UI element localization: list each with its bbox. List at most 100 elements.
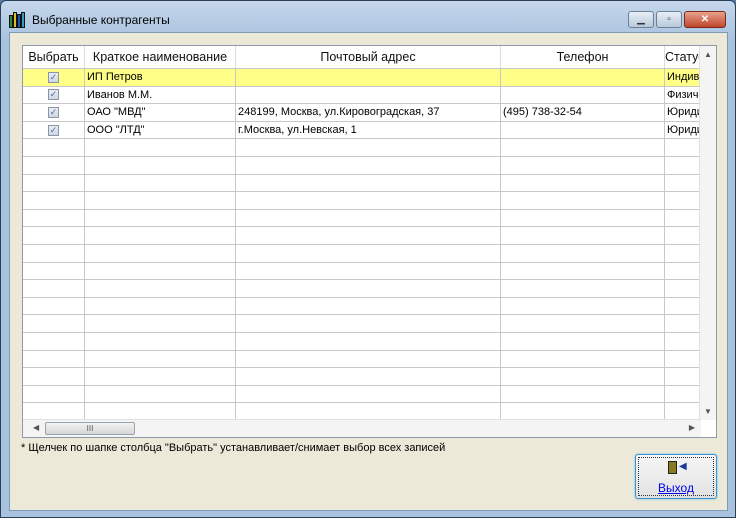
select-cell[interactable]: ✓ xyxy=(23,86,85,104)
phone-cell[interactable] xyxy=(501,385,665,403)
phone-cell[interactable] xyxy=(501,69,665,86)
select-cell[interactable] xyxy=(23,350,85,368)
select-cell[interactable]: ✓ xyxy=(23,121,85,139)
table-row[interactable] xyxy=(23,280,700,298)
select-cell[interactable] xyxy=(23,315,85,332)
address-cell[interactable] xyxy=(236,227,501,244)
address-cell[interactable] xyxy=(236,262,501,280)
select-cell[interactable] xyxy=(23,297,85,315)
select-cell[interactable] xyxy=(23,227,85,244)
phone-cell[interactable] xyxy=(501,368,665,385)
name-cell[interactable] xyxy=(85,368,236,385)
select-cell[interactable] xyxy=(23,244,85,262)
table-row[interactable]: ✓ ОАО "МВД" 248199, Москва, ул.Кировоградс… xyxy=(23,104,700,122)
table-row[interactable] xyxy=(23,297,700,316)
name-cell[interactable] xyxy=(85,385,236,403)
select-cell[interactable] xyxy=(23,262,85,280)
table-row[interactable] xyxy=(23,262,700,281)
scroll-left-icon[interactable]: ◀ xyxy=(33,423,39,432)
status-cell[interactable] xyxy=(665,280,700,297)
name-cell[interactable] xyxy=(85,227,236,244)
header-phone[interactable]: Телефон xyxy=(501,46,665,68)
select-cell[interactable] xyxy=(23,209,85,227)
address-cell[interactable] xyxy=(236,315,501,332)
table-row[interactable]: ✓ ООО "ЛТД"г.Москва, ул.Невская, 1 Юридиче… xyxy=(23,121,700,140)
scroll-up-icon[interactable]: ▲ xyxy=(700,50,716,59)
select-cell[interactable]: ✓ xyxy=(23,69,85,86)
address-cell[interactable] xyxy=(236,297,501,315)
phone-cell[interactable] xyxy=(501,227,665,244)
address-cell[interactable] xyxy=(236,192,501,209)
select-cell[interactable] xyxy=(23,192,85,209)
table-row[interactable] xyxy=(23,156,700,175)
address-cell[interactable] xyxy=(236,280,501,297)
name-cell[interactable]: ОАО "МВД" xyxy=(85,104,236,121)
table-row[interactable] xyxy=(23,244,700,263)
status-cell[interactable] xyxy=(665,350,700,368)
select-cell[interactable] xyxy=(23,156,85,174)
name-cell[interactable] xyxy=(85,139,236,156)
status-cell[interactable]: Физическое лицо xyxy=(665,86,700,104)
table-row[interactable] xyxy=(23,227,700,245)
select-cell[interactable] xyxy=(23,403,85,420)
table-row[interactable]: ✓ Иванов М.М. Физическое лицо xyxy=(23,86,700,105)
scroll-right-icon[interactable]: ▶ xyxy=(689,423,695,432)
status-cell[interactable] xyxy=(665,174,700,192)
exit-button[interactable]: ◀ Выход xyxy=(635,454,717,499)
name-cell[interactable]: ООО "ЛТД" xyxy=(85,121,236,139)
status-cell[interactable] xyxy=(665,332,700,350)
address-cell[interactable] xyxy=(236,156,501,174)
address-cell[interactable] xyxy=(236,86,501,104)
status-cell[interactable] xyxy=(665,403,700,420)
name-cell[interactable] xyxy=(85,332,236,350)
select-cell[interactable] xyxy=(23,368,85,385)
vertical-scrollbar[interactable]: ▲ ▼ xyxy=(699,46,716,420)
name-cell[interactable] xyxy=(85,403,236,420)
status-cell[interactable] xyxy=(665,385,700,403)
scroll-down-icon[interactable]: ▼ xyxy=(700,407,716,416)
select-cell[interactable] xyxy=(23,139,85,156)
phone-cell[interactable] xyxy=(501,315,665,332)
phone-cell[interactable] xyxy=(501,192,665,209)
address-cell[interactable] xyxy=(236,69,501,86)
phone-cell[interactable] xyxy=(501,139,665,156)
phone-cell[interactable] xyxy=(501,280,665,297)
status-cell[interactable] xyxy=(665,209,700,227)
status-cell[interactable]: Индивидуальный предприниматель xyxy=(665,69,700,86)
address-cell[interactable]: г.Москва, ул.Невская, 1 xyxy=(236,121,501,139)
status-cell[interactable] xyxy=(665,192,700,209)
name-cell[interactable] xyxy=(85,315,236,332)
status-cell[interactable] xyxy=(665,244,700,262)
address-cell[interactable] xyxy=(236,139,501,156)
table-row[interactable] xyxy=(23,174,700,193)
select-checkbox[interactable]: ✓ xyxy=(48,124,59,136)
address-cell[interactable] xyxy=(236,368,501,385)
phone-cell[interactable] xyxy=(501,121,665,139)
select-cell[interactable]: ✓ xyxy=(23,104,85,121)
status-cell[interactable] xyxy=(665,262,700,280)
status-cell[interactable] xyxy=(665,368,700,385)
phone-cell[interactable] xyxy=(501,209,665,227)
close-button[interactable]: ✕ xyxy=(684,11,726,28)
phone-cell[interactable] xyxy=(501,86,665,104)
address-cell[interactable] xyxy=(236,403,501,420)
name-cell[interactable] xyxy=(85,350,236,368)
select-cell[interactable] xyxy=(23,332,85,350)
phone-cell[interactable] xyxy=(501,332,665,350)
select-checkbox[interactable]: ✓ xyxy=(48,89,59,101)
horizontal-scrollbar[interactable]: ◀ III ▶ xyxy=(23,419,701,437)
table-row[interactable] xyxy=(23,315,700,333)
name-cell[interactable] xyxy=(85,209,236,227)
select-cell[interactable] xyxy=(23,174,85,192)
status-cell[interactable] xyxy=(665,297,700,315)
header-status[interactable]: Статус xyxy=(665,46,700,68)
phone-cell[interactable] xyxy=(501,156,665,174)
table-row[interactable] xyxy=(23,350,700,369)
phone-cell[interactable] xyxy=(501,297,665,315)
maximize-button[interactable]: ▫ xyxy=(656,11,682,28)
name-cell[interactable] xyxy=(85,192,236,209)
address-cell[interactable] xyxy=(236,174,501,192)
select-cell[interactable] xyxy=(23,385,85,403)
phone-cell[interactable] xyxy=(501,403,665,420)
address-cell[interactable] xyxy=(236,332,501,350)
